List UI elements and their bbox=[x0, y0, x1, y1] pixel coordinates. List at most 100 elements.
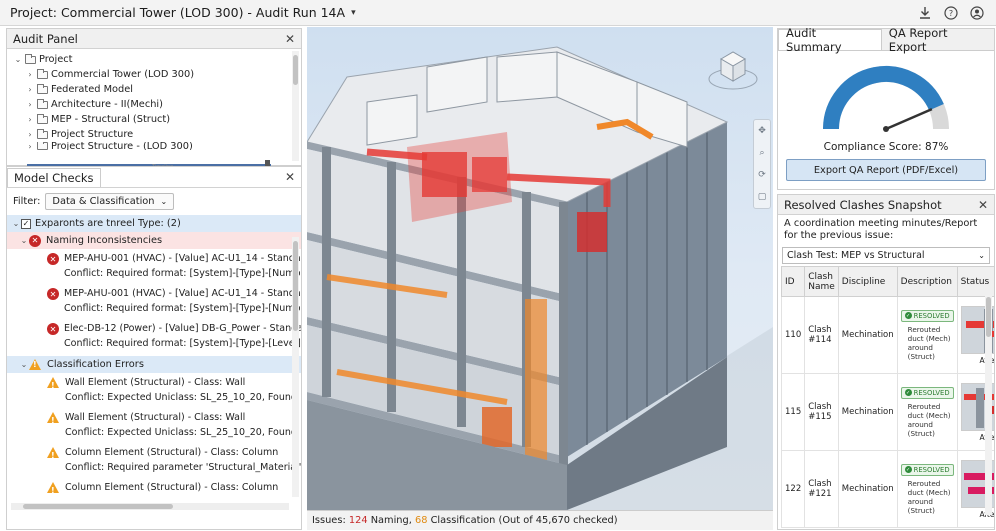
table-scrollbar[interactable] bbox=[985, 295, 992, 515]
classification-section-title: Classification Errors bbox=[47, 359, 144, 370]
column-header[interactable]: Description bbox=[896, 266, 958, 297]
checks-horizontal-scrollbar[interactable] bbox=[11, 503, 289, 510]
filter-value: Data & Classification bbox=[52, 196, 155, 207]
folder-icon bbox=[37, 83, 48, 94]
clash-id: 110 bbox=[780, 296, 806, 374]
clash-description-cell: ✓ RESOLVED Rerouted duct (Mech) around (S… bbox=[896, 296, 958, 374]
check-icon: ✓ bbox=[904, 466, 912, 473]
close-icon[interactable]: ✕ bbox=[978, 198, 988, 212]
tab-audit-summary[interactable]: Audit Summary bbox=[778, 26, 882, 54]
model-checks-header: Model Checks ✕ bbox=[7, 167, 301, 188]
error-icon: ✕ bbox=[47, 288, 59, 300]
user-icon[interactable] bbox=[968, 4, 986, 22]
project-title[interactable]: Project: Commercial Tower (LOD 300) - Au… bbox=[10, 5, 345, 20]
list-item[interactable]: Wall Element (Structural) - Class: Wall … bbox=[7, 373, 301, 408]
chevron-right-icon[interactable]: › bbox=[25, 127, 35, 142]
table-row[interactable]: 122 Clash #121 Mechination ✓ RESOLVED Rer… bbox=[780, 450, 994, 528]
status-naming-label: Naming, bbox=[370, 515, 412, 526]
naming-section-header[interactable]: ⌄ ✕ Naming Inconsistencies bbox=[7, 232, 301, 249]
view-cube[interactable] bbox=[705, 39, 761, 95]
viewport-toolbar: ✥ ⌕ ⟳ ▢ bbox=[753, 119, 771, 209]
folder-icon bbox=[25, 53, 36, 64]
close-icon[interactable]: ✕ bbox=[285, 170, 295, 184]
tree-item[interactable]: › Project Structure bbox=[13, 127, 297, 142]
status-classification-count: 68 bbox=[414, 515, 428, 526]
chevron-down-icon[interactable]: ⌄ bbox=[19, 236, 29, 245]
issue-title: MEP-AHU-001 (HVAC) - [Value] AC-U1_14 - … bbox=[64, 253, 301, 264]
chevron-down-icon[interactable]: ⌄ bbox=[13, 52, 23, 67]
chevron-down-icon[interactable]: ⌄ bbox=[11, 219, 21, 228]
table-row[interactable]: 110 Clash #114 Mechination ✓ RESOLVED Rer… bbox=[780, 296, 994, 374]
filter-dropdown[interactable]: Data & Classification ⌄ bbox=[45, 193, 175, 210]
issue-title: MEP-AHU-001 (HVAC) - [Value] AC-U1_14 - … bbox=[64, 288, 301, 299]
column-header[interactable]: Status bbox=[956, 266, 994, 297]
tree-item[interactable]: › MEP - Structural (Struct) bbox=[13, 112, 297, 127]
checks-scrollbar[interactable] bbox=[292, 237, 299, 497]
issue-detail: Conflict: Required format: [System]-[Typ… bbox=[64, 303, 301, 314]
download-icon[interactable] bbox=[916, 4, 934, 22]
clash-discipline: Mechination bbox=[837, 373, 898, 451]
list-item[interactable]: ✕ MEP-AHU-001 (HVAC) - [Value] AC-U1_14 … bbox=[7, 249, 301, 284]
chevron-down-icon[interactable]: ⌄ bbox=[19, 360, 29, 369]
clash-name: Clash #114 bbox=[804, 296, 839, 374]
table-row[interactable]: 115 Clash #115 Mechination ✓ RESOLVED Rer… bbox=[780, 373, 994, 451]
close-icon[interactable]: ✕ bbox=[285, 32, 295, 46]
classification-section-header[interactable]: ⌄ Classification Errors bbox=[7, 356, 301, 373]
tree-item[interactable]: › Federated Model bbox=[13, 82, 297, 97]
status-issues-label: Issues: bbox=[312, 515, 346, 526]
naming-section-title: Naming Inconsistencies bbox=[46, 235, 163, 246]
warning-icon bbox=[47, 377, 59, 393]
resolved-clashes-title: Resolved Clashes Snapshot bbox=[784, 197, 942, 212]
issue-detail: Conflict: Required format: [System]-[Typ… bbox=[64, 268, 301, 279]
building-model-render[interactable] bbox=[307, 27, 773, 510]
chevron-right-icon[interactable]: › bbox=[25, 112, 35, 127]
tree-scrollbar[interactable] bbox=[292, 51, 299, 161]
orbit-icon[interactable]: ⟳ bbox=[754, 164, 770, 186]
clash-discipline: Mechination bbox=[837, 450, 898, 528]
tree-item[interactable]: › Project Structure - (LOD 300) bbox=[13, 142, 297, 150]
chevron-right-icon[interactable]: › bbox=[25, 67, 35, 82]
filter-row: Filter: Data & Classification ⌄ bbox=[7, 188, 301, 215]
snapshot-subtitle: A coordination meeting minutes/Report fo… bbox=[784, 218, 978, 241]
tree-item-project[interactable]: ⌄ Project bbox=[13, 52, 297, 67]
tree-item[interactable]: › Commercial Tower (LOD 300) bbox=[13, 67, 297, 82]
error-icon: ✕ bbox=[47, 253, 59, 265]
table-header-row: ID Clash Name Discipline Description Sta… bbox=[780, 266, 994, 297]
list-item[interactable]: Wall Element (Structural) - Class: Wall … bbox=[7, 408, 301, 443]
list-item[interactable]: ✕ Elec-DB-12 (Power) - [Value] DB-G_Powe… bbox=[7, 319, 301, 354]
export-qa-report-button[interactable]: Export QA Report (PDF/Excel) bbox=[786, 159, 986, 181]
audit-summary-panel: Audit Summary QA Report Export Complianc… bbox=[777, 26, 995, 190]
clash-description-cell: ✓ RESOLVED Rerouted duct (Mech) around (S… bbox=[896, 450, 958, 528]
issue-detail: Conflict: Expected Uniclass: SL_25_10_20… bbox=[65, 427, 301, 438]
tab-qa-report-export[interactable]: QA Report Export bbox=[882, 26, 994, 54]
status-naming-count: 124 bbox=[348, 515, 368, 526]
pan-icon[interactable]: ✥ bbox=[754, 120, 770, 142]
checkbox[interactable]: ✓ bbox=[21, 218, 31, 229]
chevron-right-icon[interactable]: › bbox=[25, 142, 35, 150]
list-item[interactable]: ✕ MEP-AHU-001 (HVAC) - [Value] AC-U1_14 … bbox=[7, 284, 301, 319]
tree-item[interactable]: › Architecture - II(Mechi) bbox=[13, 97, 297, 112]
checks-list: ⌄ ✓ Exparonts are tnreel Type: (2) ⌄ ✕ N… bbox=[7, 215, 301, 511]
tree-item-label: Project Structure bbox=[51, 129, 134, 140]
clash-test-dropdown[interactable]: Clash Test: MEP vs Structural ⌄ bbox=[782, 247, 990, 264]
audit-panel-title: Audit Panel bbox=[13, 31, 78, 46]
zoom-icon[interactable]: ⌕ bbox=[754, 142, 770, 164]
list-item[interactable]: Column Element (Structural) - Class: Col… bbox=[7, 478, 301, 498]
chevron-right-icon[interactable]: › bbox=[25, 82, 35, 97]
column-header[interactable]: ID bbox=[780, 266, 806, 297]
chevron-right-icon[interactable]: › bbox=[25, 97, 35, 112]
folder-icon bbox=[37, 142, 48, 150]
model-3d-viewport[interactable]: ✥ ⌕ ⟳ ▢ bbox=[307, 27, 773, 510]
fit-view-icon[interactable]: ▢ bbox=[754, 186, 770, 208]
column-header[interactable]: Clash Name bbox=[804, 266, 839, 297]
warning-icon bbox=[47, 482, 59, 498]
audit-panel: Audit Panel ✕ ⌄ Project › Commercial Tow… bbox=[6, 28, 302, 171]
check-group-row[interactable]: ⌄ ✓ Exparonts are tnreel Type: (2) bbox=[7, 215, 301, 232]
list-item[interactable]: Column Element (Structural) - Class: Col… bbox=[7, 443, 301, 478]
column-header[interactable]: Discipline bbox=[837, 266, 898, 297]
chevron-down-icon[interactable]: ▾ bbox=[351, 8, 356, 18]
warning-icon bbox=[47, 447, 59, 463]
model-checks-tab[interactable]: Model Checks bbox=[7, 167, 101, 187]
help-icon[interactable]: ? bbox=[942, 4, 960, 22]
warning-icon bbox=[29, 359, 41, 370]
